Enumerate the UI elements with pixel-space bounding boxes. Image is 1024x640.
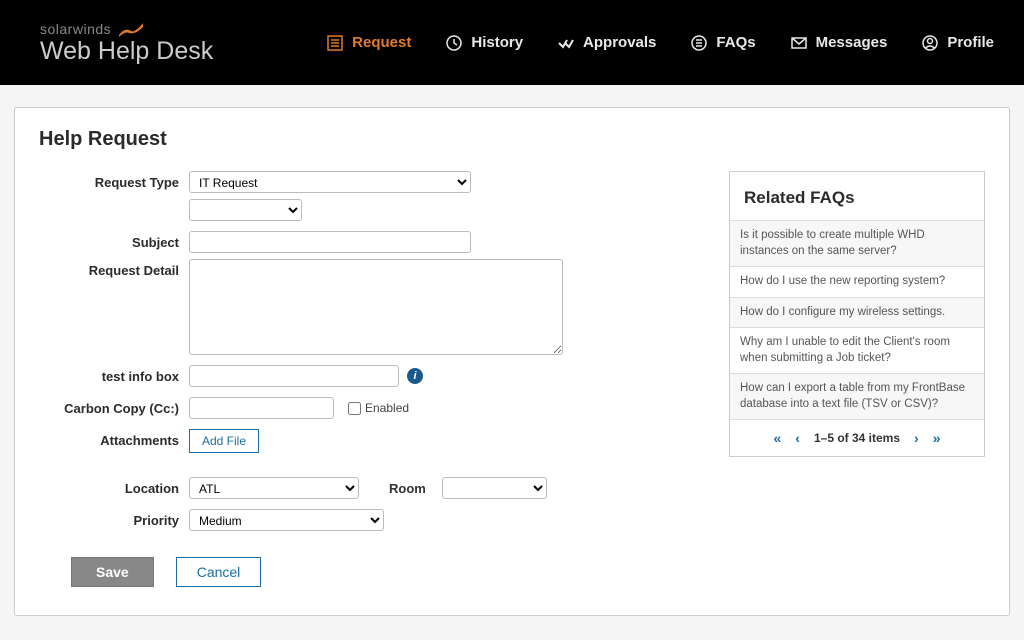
pager-status: 1–5 of 34 items (814, 431, 900, 445)
nav-faqs-label: FAQs (716, 34, 755, 51)
bullet-list-icon (690, 34, 708, 52)
cancel-button[interactable]: Cancel (176, 557, 262, 587)
label-request-type: Request Type (39, 171, 189, 190)
label-location: Location (39, 477, 189, 496)
faq-item[interactable]: How do I use the new reporting system? (730, 266, 984, 297)
page-title: Help Request (39, 128, 985, 151)
nav-request[interactable]: Request (326, 34, 411, 52)
request-subtype-select[interactable] (189, 199, 302, 221)
label-cc: Carbon Copy (Cc:) (39, 397, 189, 416)
brand-product: Web Help Desk (40, 37, 213, 66)
user-icon (921, 34, 939, 52)
flame-icon (117, 19, 145, 39)
help-request-card: Help Request Request Type IT Request Sub… (14, 107, 1010, 616)
faq-item[interactable]: Why am I unable to edit the Client's roo… (730, 327, 984, 373)
test-info-input[interactable] (189, 365, 399, 387)
brand-company: solarwinds (40, 21, 111, 37)
pager-prev-icon[interactable]: ‹ (795, 430, 800, 446)
label-test-info: test info box (39, 365, 189, 384)
nav-faqs[interactable]: FAQs (690, 34, 755, 52)
nav-approvals[interactable]: Approvals (557, 34, 656, 52)
save-button[interactable]: Save (71, 557, 154, 587)
faq-item[interactable]: Is it possible to create multiple WHD in… (730, 220, 984, 266)
location-select[interactable]: ATL (189, 477, 359, 499)
faq-item[interactable]: How do I configure my wireless settings. (730, 297, 984, 328)
nav-request-label: Request (352, 34, 411, 51)
cc-enabled-checkbox[interactable] (348, 402, 361, 415)
request-detail-textarea[interactable] (189, 259, 563, 355)
request-type-select[interactable]: IT Request (189, 171, 471, 193)
label-room: Room (389, 481, 426, 496)
clock-icon (445, 34, 463, 52)
top-nav: Request History Approvals FAQs Messages … (326, 34, 994, 52)
cc-input[interactable] (189, 397, 334, 419)
faq-panel-title: Related FAQs (730, 172, 984, 220)
envelope-icon (790, 34, 808, 52)
nav-profile-label: Profile (947, 34, 994, 51)
nav-profile[interactable]: Profile (921, 34, 994, 52)
cc-enabled-label[interactable]: Enabled (348, 401, 409, 415)
label-subject: Subject (39, 231, 189, 250)
pager-last-icon[interactable]: » (933, 430, 941, 446)
label-attachments: Attachments (39, 429, 189, 448)
nav-history-label: History (471, 34, 523, 51)
label-request-detail: Request Detail (39, 259, 189, 278)
nav-messages-label: Messages (816, 34, 888, 51)
pager-first-icon[interactable]: « (774, 430, 782, 446)
subject-input[interactable] (189, 231, 471, 253)
nav-messages[interactable]: Messages (790, 34, 888, 52)
label-priority: Priority (39, 509, 189, 528)
check-icon (557, 34, 575, 52)
faq-pager: « ‹ 1–5 of 34 items › » (730, 419, 984, 456)
pager-next-icon[interactable]: › (914, 430, 919, 446)
faq-item[interactable]: How can I export a table from my FrontBa… (730, 373, 984, 419)
info-icon[interactable]: i (407, 368, 423, 384)
request-form: Request Type IT Request Subject (39, 171, 705, 587)
priority-select[interactable]: Medium (189, 509, 384, 531)
add-file-button[interactable]: Add File (189, 429, 259, 453)
nav-history[interactable]: History (445, 34, 523, 52)
related-faqs-panel: Related FAQs Is it possible to create mu… (729, 171, 985, 457)
room-select[interactable] (442, 477, 547, 499)
list-icon (326, 34, 344, 52)
logo-block: solarwinds Web Help Desk (40, 19, 213, 66)
app-header: solarwinds Web Help Desk Request History… (0, 0, 1024, 85)
nav-approvals-label: Approvals (583, 34, 656, 51)
